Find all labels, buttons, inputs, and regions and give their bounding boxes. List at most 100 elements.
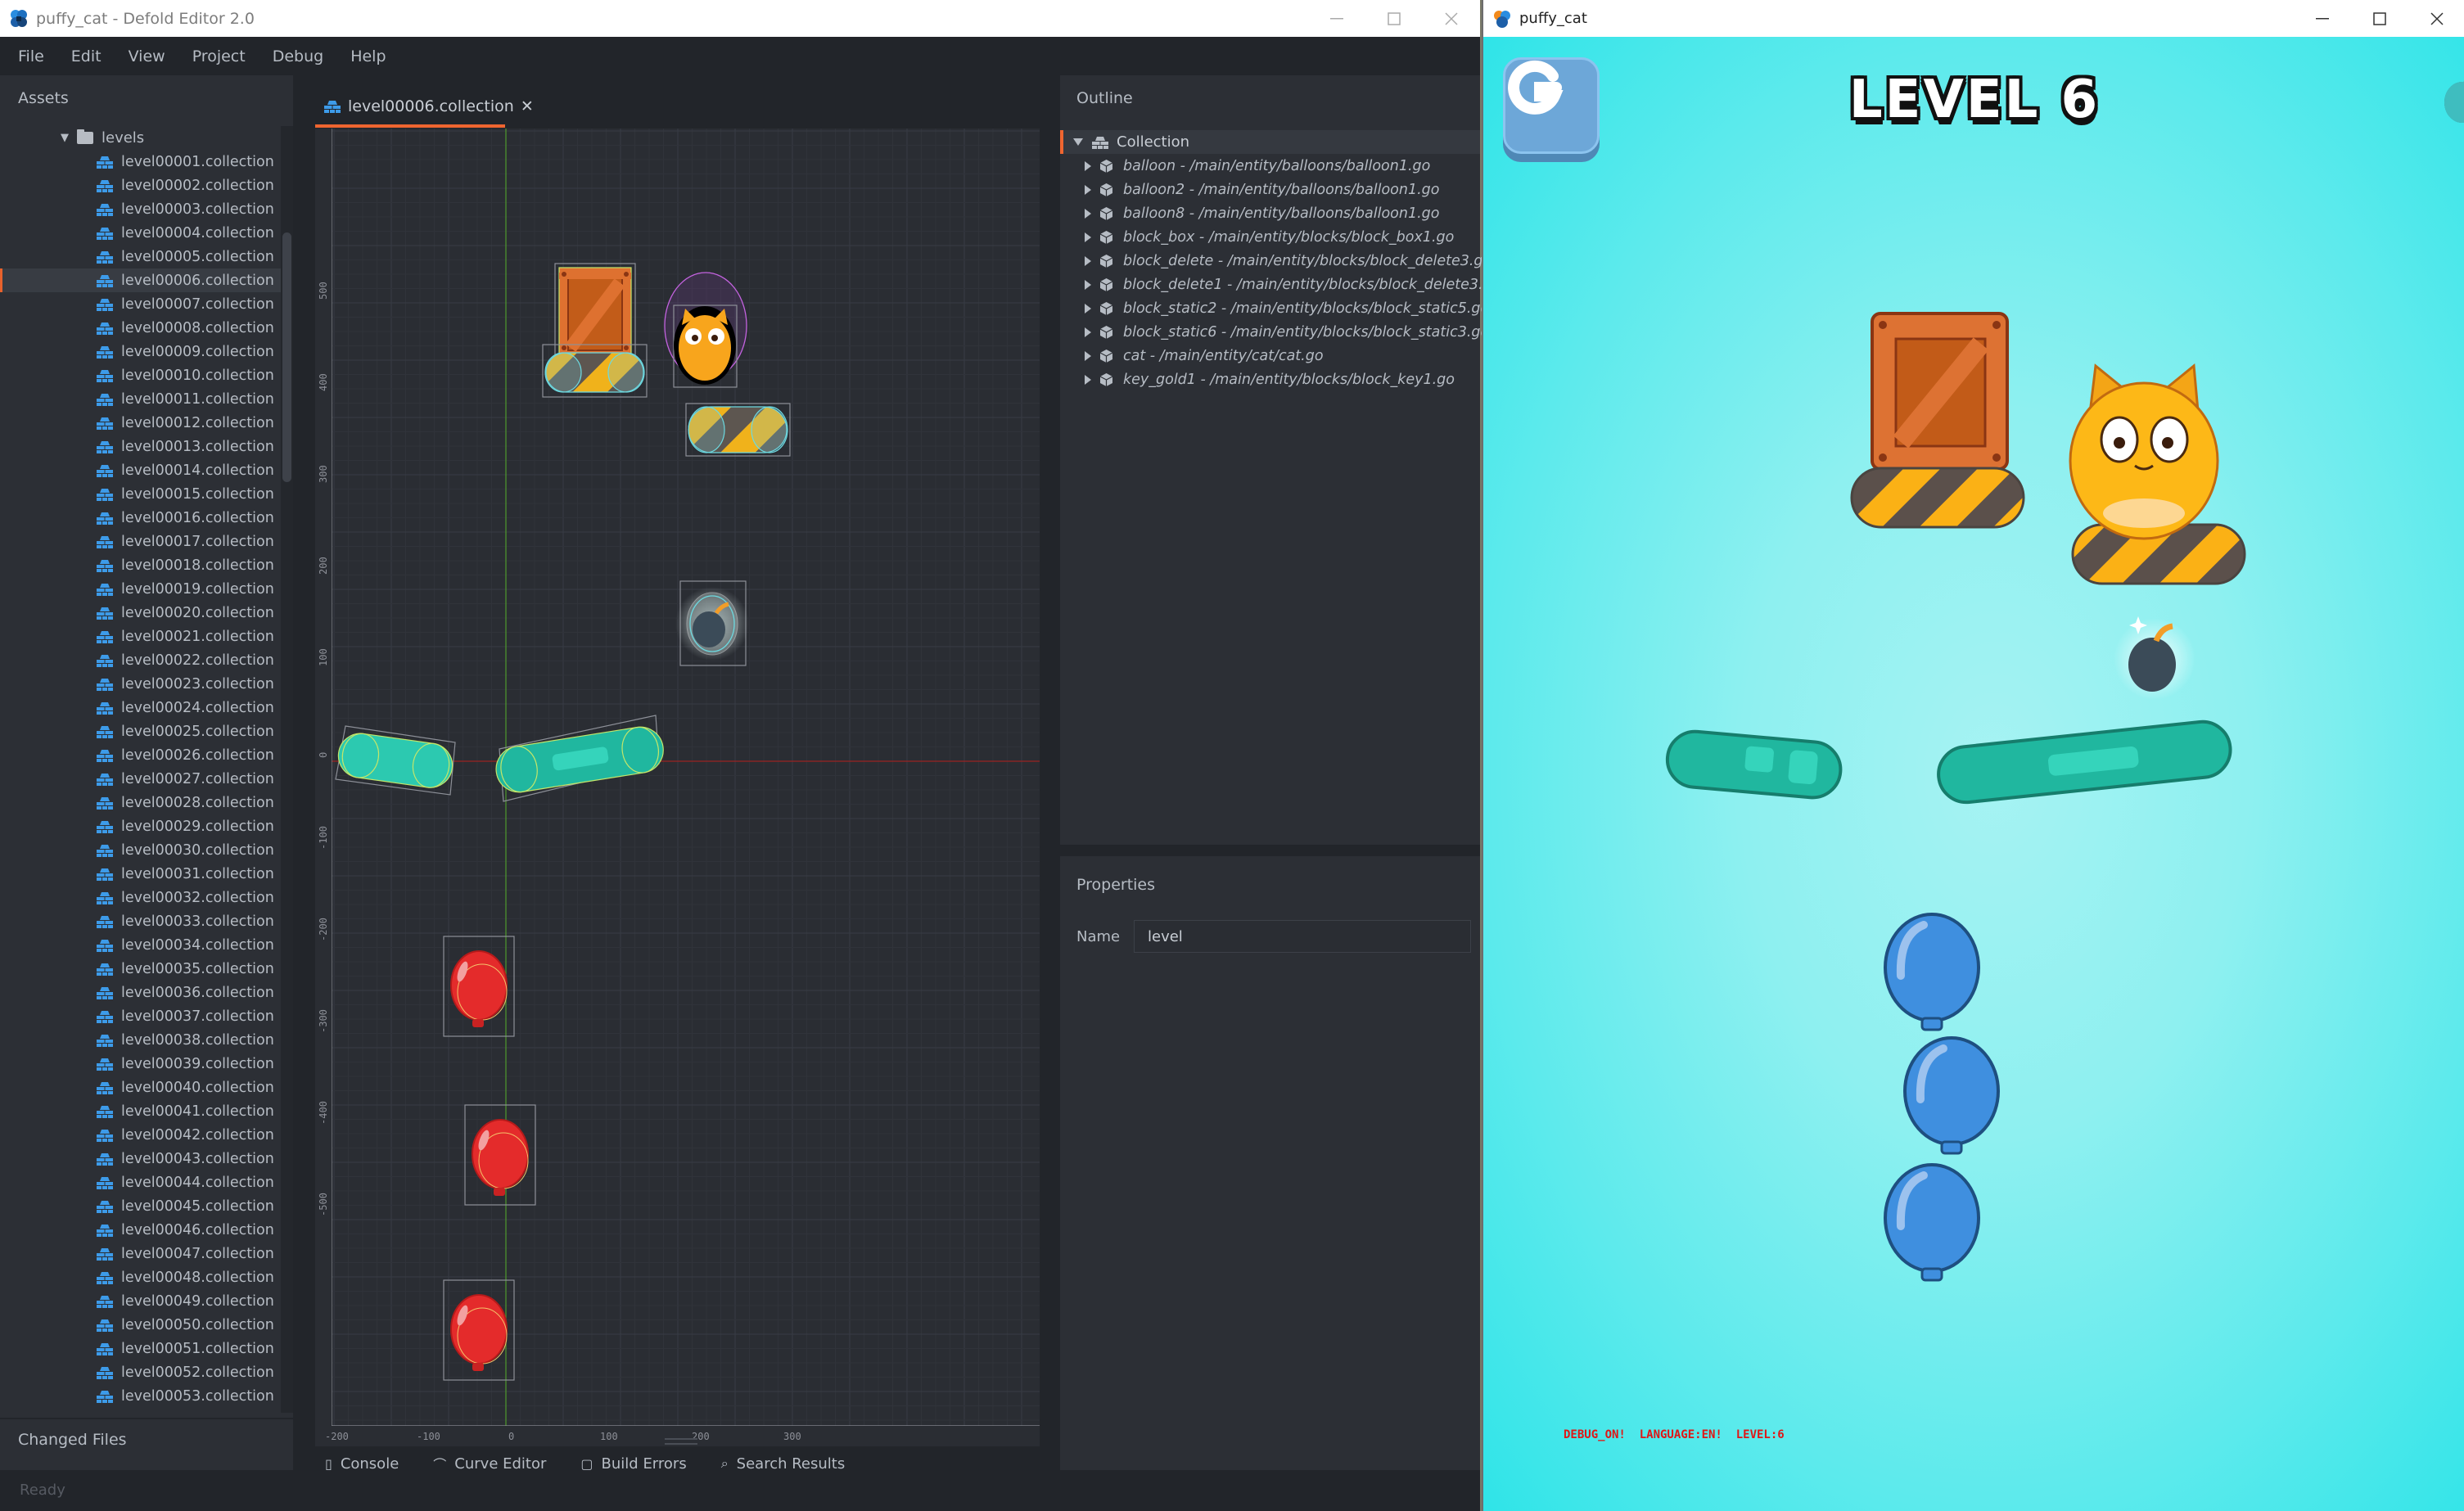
asset-item[interactable]: level00028.collection [0,791,282,814]
asset-item[interactable]: level00026.collection [0,743,282,767]
asset-item[interactable]: level00040.collection [0,1076,282,1099]
outline-item[interactable]: block_box - /main/entity/blocks/block_bo… [1060,225,1480,249]
expand-icon[interactable] [1085,327,1091,337]
asset-item[interactable]: level00011.collection [0,387,282,411]
menu-help[interactable]: Help [350,47,386,65]
asset-item[interactable]: level00020.collection [0,601,282,625]
expand-icon[interactable] [1085,208,1091,219]
tab-curve-editor[interactable]: ⌒ Curve Editor [433,1447,546,1471]
expand-icon[interactable] [1073,138,1083,146]
scene-block-static6[interactable] [493,715,666,802]
scene-bomb-key[interactable] [675,580,749,666]
outline-item[interactable]: key_gold1 - /main/entity/blocks/block_ke… [1060,368,1480,391]
assets-scrollbar-thumb[interactable] [282,232,291,482]
scene-balloon[interactable] [443,936,515,1037]
asset-item[interactable]: level00016.collection [0,506,282,530]
asset-item[interactable]: level00024.collection [0,696,282,719]
asset-item[interactable]: level00033.collection [0,909,282,933]
expand-icon[interactable] [1085,160,1091,171]
outline-item[interactable]: block_delete - /main/entity/blocks/block… [1060,249,1491,273]
expand-icon[interactable] [1085,350,1091,361]
asset-item[interactable]: level00044.collection [0,1170,282,1194]
asset-item[interactable]: level00021.collection [0,625,282,648]
scene-block-delete1[interactable] [685,403,791,457]
outline-item[interactable]: cat - /main/entity/cat/cat.go [1060,344,1480,368]
asset-item[interactable]: level00003.collection [0,197,282,221]
scene-block-static2[interactable] [335,725,456,796]
scene-canvas[interactable]: 5004003002001000-100-200-300-400-500-300… [315,129,1040,1446]
menu-view[interactable]: View [129,47,165,65]
menu-edit[interactable]: Edit [71,47,102,65]
asset-item[interactable]: level00041.collection [0,1099,282,1123]
asset-item[interactable]: level00014.collection [0,458,282,482]
game-canvas[interactable]: LEVEL 6 DEBUG_ON! LANGUAGE:EN! LEVEL:6 [1483,37,2464,1511]
asset-item[interactable]: level00042.collection [0,1123,282,1147]
game-close-button[interactable] [2408,0,2464,37]
asset-item[interactable]: level00037.collection [0,1004,282,1028]
asset-item[interactable]: level00029.collection [0,814,282,838]
panel-splitter-handle[interactable] [665,1438,697,1445]
asset-item[interactable]: level00015.collection [0,482,282,506]
asset-item[interactable]: level00045.collection [0,1194,282,1218]
asset-item[interactable]: level00018.collection [0,553,282,577]
asset-item[interactable]: level00051.collection [0,1337,282,1360]
menu-file[interactable]: File [18,47,44,65]
asset-item[interactable]: level00032.collection [0,886,282,909]
menu-debug[interactable]: Debug [273,47,323,65]
game-minimize-button[interactable] [2294,0,2351,37]
maximize-button[interactable] [1365,0,1423,37]
outline-root-collection[interactable]: Collection [1060,130,1480,154]
asset-item[interactable]: level00006.collection [0,268,282,292]
game-scene[interactable] [1483,37,2464,1511]
asset-item[interactable]: level00009.collection [0,340,282,363]
scene-cat[interactable] [664,272,747,388]
asset-item[interactable]: level00031.collection [0,862,282,886]
asset-item[interactable]: level00035.collection [0,957,282,981]
expand-icon[interactable] [1085,232,1091,242]
asset-item[interactable]: level00005.collection [0,245,282,268]
expand-icon[interactable] [1085,303,1091,313]
outline-item[interactable]: block_delete1 - /main/entity/blocks/bloc… [1060,273,1501,296]
menu-project[interactable]: Project [192,47,246,65]
asset-item[interactable]: level00019.collection [0,577,282,601]
tab-level00006[interactable]: level00006.collection ✕ [315,85,542,128]
tab-build-errors[interactable]: ▢ Build Errors [580,1447,686,1471]
asset-item[interactable]: level00004.collection [0,221,282,245]
asset-item[interactable]: level00002.collection [0,174,282,197]
asset-item[interactable]: level00036.collection [0,981,282,1004]
close-button[interactable] [1423,0,1480,37]
minimize-button[interactable] [1308,0,1365,37]
asset-item[interactable]: level00007.collection [0,292,282,316]
expand-icon[interactable] [1085,279,1091,290]
scene-block-box[interactable] [554,263,636,357]
scene-viewport[interactable]: 5004003002001000-100-200-300-400-500-300… [315,129,1040,1446]
asset-item[interactable]: level00030.collection [0,838,282,862]
asset-item[interactable]: level00053.collection [0,1384,282,1408]
scene-balloon[interactable] [464,1104,536,1206]
tab-console[interactable]: ▯ Console [325,1447,399,1471]
asset-item[interactable]: level00023.collection [0,672,282,696]
outline-item[interactable]: balloon2 - /main/entity/balloons/balloon… [1060,178,1480,201]
outline-item[interactable]: block_static6 - /main/entity/blocks/bloc… [1060,320,1489,344]
expand-icon[interactable] [1085,184,1091,195]
asset-item[interactable]: level00052.collection [0,1360,282,1384]
asset-item[interactable]: level00050.collection [0,1313,282,1337]
asset-item[interactable]: level00039.collection [0,1052,282,1076]
asset-item[interactable]: level00017.collection [0,530,282,553]
asset-item[interactable]: level00046.collection [0,1218,282,1242]
asset-item[interactable]: level00049.collection [0,1289,282,1313]
asset-item[interactable]: level00048.collection [0,1265,282,1289]
asset-item[interactable]: level00038.collection [0,1028,282,1052]
asset-item[interactable]: level00001.collection [0,150,282,174]
name-field[interactable] [1134,920,1471,953]
asset-item[interactable]: level00013.collection [0,435,282,458]
outline-item[interactable]: balloon8 - /main/entity/balloons/balloon… [1060,201,1480,225]
caret-down-icon[interactable]: ▼ [61,132,69,144]
expand-icon[interactable] [1085,255,1091,266]
outline-item[interactable]: balloon - /main/entity/balloons/balloon1… [1060,154,1480,178]
expand-icon[interactable] [1085,374,1091,385]
game-maximize-button[interactable] [2351,0,2408,37]
tab-close-icon[interactable]: ✕ [521,97,534,115]
asset-item[interactable]: level00025.collection [0,719,282,743]
asset-item[interactable]: level00047.collection [0,1242,282,1265]
